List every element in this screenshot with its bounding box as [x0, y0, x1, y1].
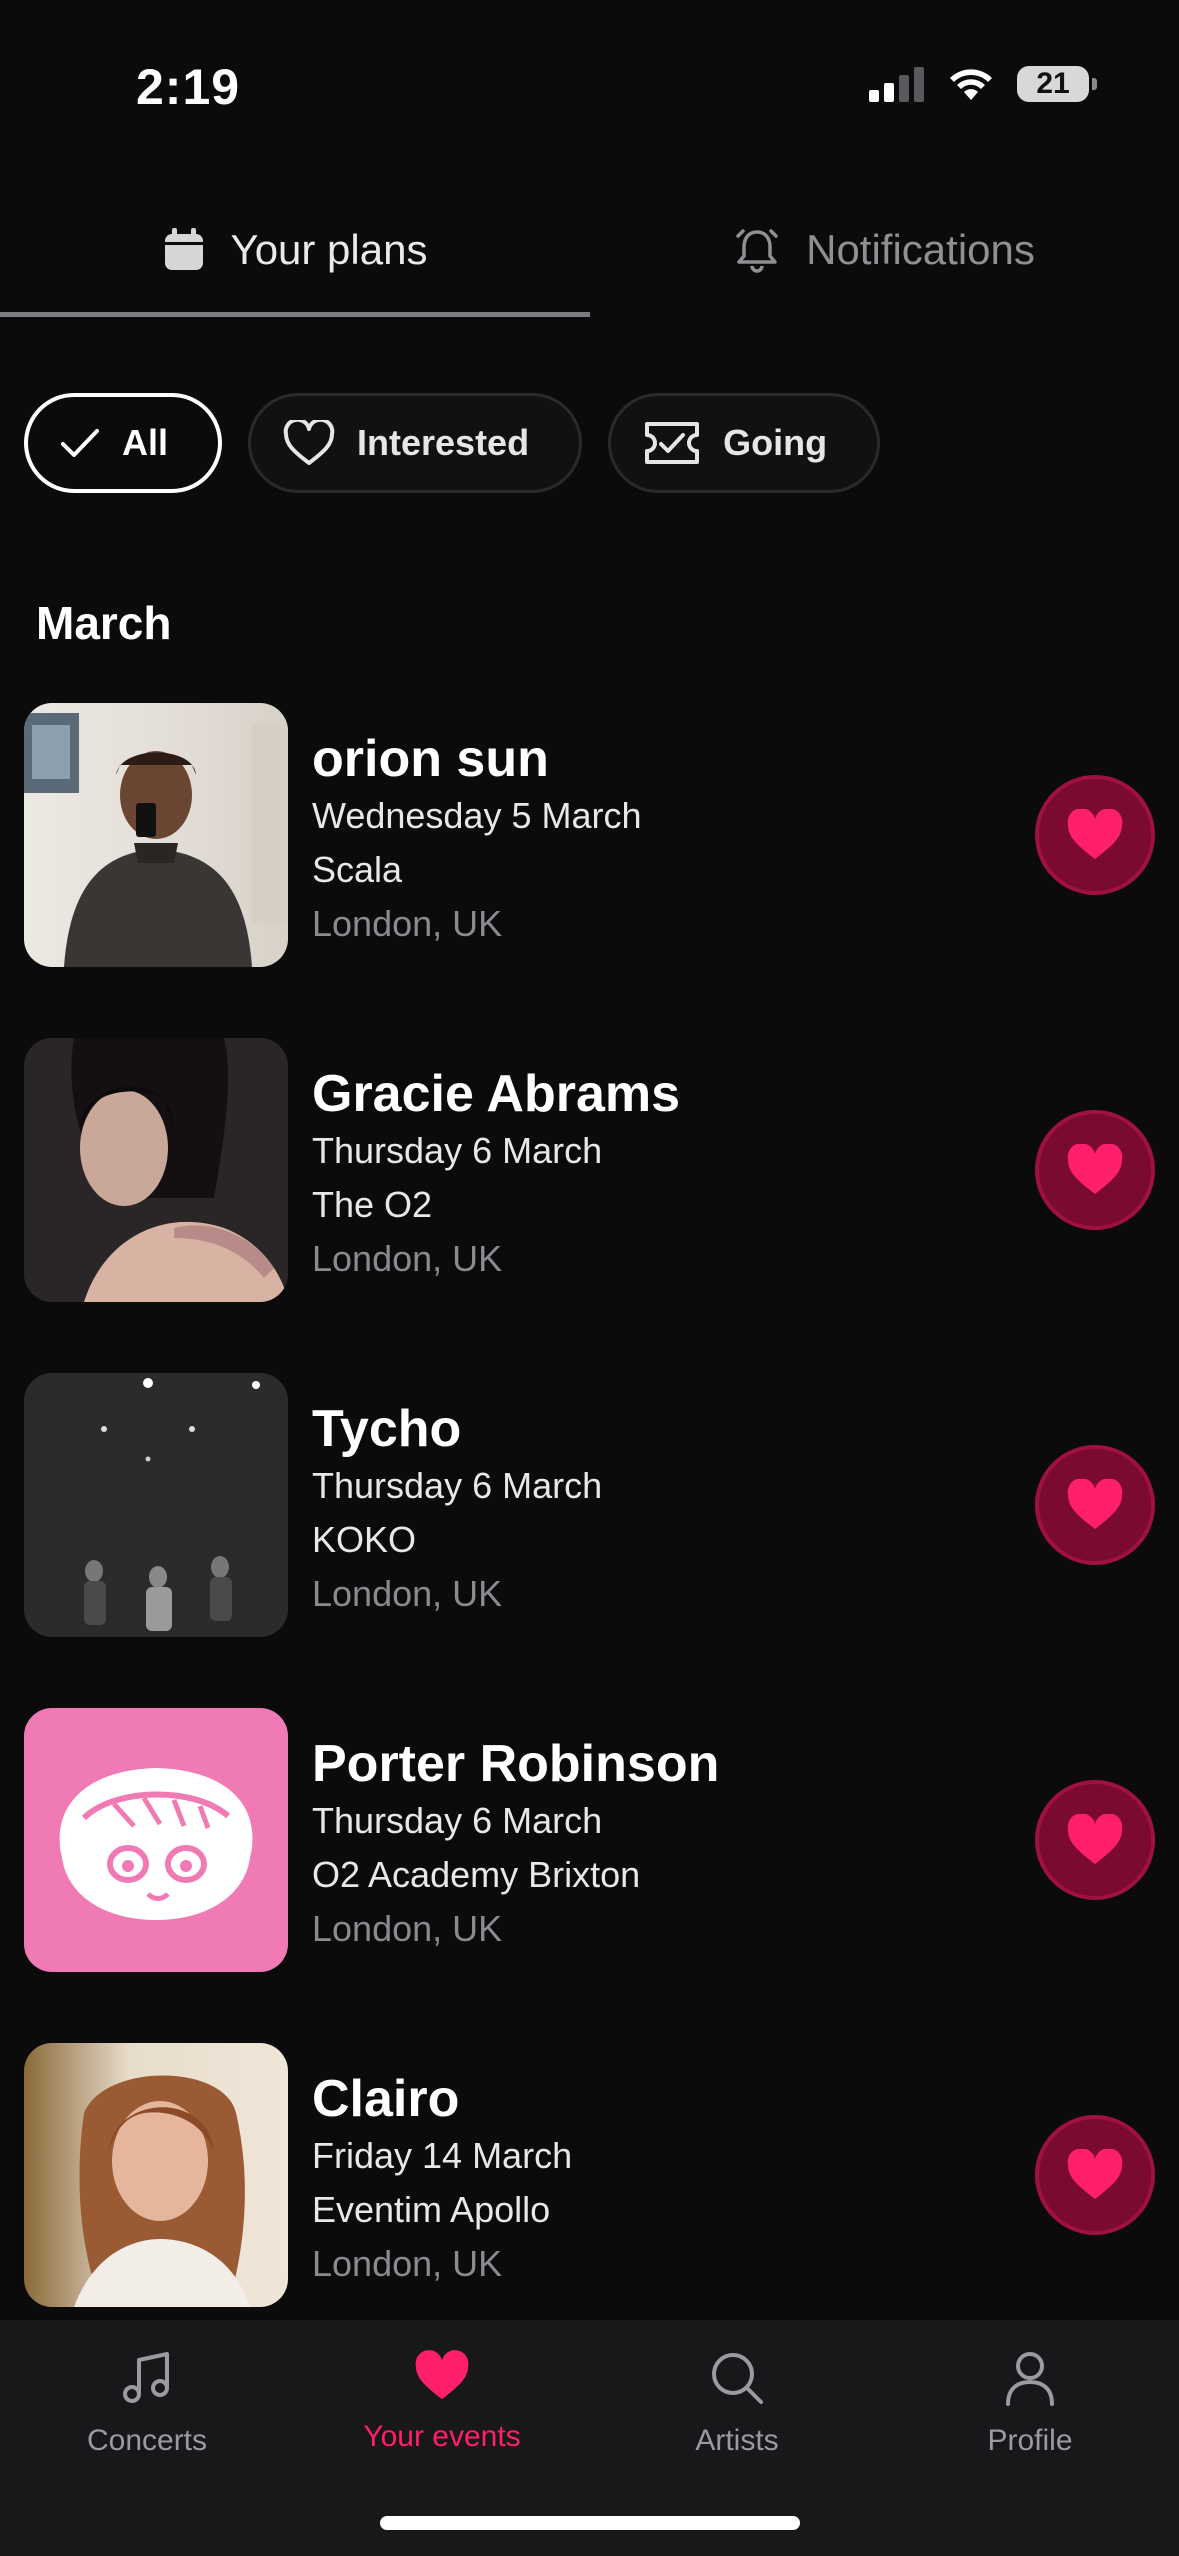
artist-name: Gracie Abrams: [312, 1065, 681, 1123]
nav-label: Concerts: [86, 2424, 208, 2457]
status-time: 2:19: [136, 59, 241, 115]
event-date: Wednesday 5 March: [312, 795, 642, 836]
event-venue: Eventim Apollo: [312, 2189, 551, 2230]
event-city: London, UK: [312, 903, 503, 944]
nav-label: Your events: [363, 2420, 521, 2453]
artist-photo: [24, 2043, 288, 2307]
event-date: Thursday 6 March: [312, 1800, 603, 1841]
event-info: Porter Robinson Thursday 6 March O2 Acad…: [312, 1734, 719, 1956]
active-tab-indicator: [0, 312, 590, 317]
filter-all-chip[interactable]: All: [24, 393, 223, 493]
nav-label: Artists: [695, 2424, 779, 2457]
top-tabs: Your plans Notifications: [0, 190, 1179, 320]
calendar-icon: [164, 228, 203, 270]
event-date: Friday 14 March: [312, 2135, 573, 2176]
search-icon: [712, 2353, 763, 2404]
heart-icon: [1067, 1814, 1123, 1864]
artist-photo: [24, 1708, 288, 1972]
event-city: London, UK: [312, 1238, 503, 1279]
filter-going-chip[interactable]: Going: [608, 393, 881, 493]
event-venue: Scala: [312, 849, 403, 890]
heart-icon: [1067, 1479, 1123, 1529]
heart-icon: [1067, 809, 1123, 859]
tab-label: Your plans: [230, 226, 428, 273]
ticket-icon: [645, 422, 700, 464]
event-row[interactable]: Tycho Thursday 6 March KOKO London, UK: [24, 1373, 1155, 1639]
heart-outline-icon: [283, 420, 335, 465]
event-info: orion sun Wednesday 5 March Scala London…: [312, 729, 642, 951]
artist-name: Clairo: [312, 2070, 460, 2128]
filter-chips: All Interested Going: [24, 393, 881, 493]
event-row[interactable]: Porter Robinson Thursday 6 March O2 Acad…: [24, 1708, 1155, 1974]
artist-photo: [24, 703, 288, 967]
tab-label: Notifications: [806, 226, 1035, 273]
checkmark-icon: [61, 429, 99, 457]
heart-icon: [1067, 2149, 1123, 2199]
battery-indicator: 21: [1017, 66, 1097, 102]
home-indicator: [380, 2516, 800, 2530]
event-date: Thursday 6 March: [312, 1130, 603, 1171]
event-city: London, UK: [312, 1908, 503, 1949]
event-venue: The O2: [312, 1184, 433, 1225]
favorite-button[interactable]: [1035, 1110, 1155, 1230]
event-city: London, UK: [312, 1573, 503, 1614]
event-row[interactable]: orion sun Wednesday 5 March Scala London…: [24, 703, 1155, 969]
nav-profile[interactable]: Profile: [920, 2350, 1140, 2458]
artist-name: Tycho: [312, 1400, 462, 1458]
filter-interested-chip[interactable]: Interested: [248, 393, 583, 493]
person-icon: [1006, 2352, 1054, 2406]
nav-label: Profile: [987, 2424, 1073, 2457]
favorite-button[interactable]: [1035, 1445, 1155, 1565]
wifi-icon: [950, 69, 992, 100]
event-row[interactable]: Clairo Friday 14 March Eventim Apollo Lo…: [24, 2043, 1155, 2309]
nav-artists[interactable]: Artists: [627, 2350, 847, 2458]
signal-icon: [869, 67, 924, 102]
event-venue: O2 Academy Brixton: [312, 1854, 641, 1895]
music-note-icon: [123, 2352, 169, 2403]
event-info: Tycho Thursday 6 March KOKO London, UK: [312, 1399, 602, 1621]
status-icons: 21: [869, 66, 1097, 102]
favorite-button[interactable]: [1035, 775, 1155, 895]
nav-your-events[interactable]: Your events: [332, 2350, 552, 2454]
favorite-button[interactable]: [1035, 2115, 1155, 2235]
artist-name: Porter Robinson: [312, 1735, 720, 1793]
bell-icon: [736, 229, 778, 273]
event-venue: KOKO: [312, 1519, 417, 1560]
chip-label: All: [122, 422, 169, 463]
event-info: Clairo Friday 14 March Eventim Apollo Lo…: [312, 2069, 572, 2291]
chip-label: Interested: [357, 422, 530, 463]
artist-photo: [24, 1373, 288, 1637]
favorite-button[interactable]: [1035, 1780, 1155, 1900]
month-section-title: March: [36, 597, 172, 649]
artist-photo: [24, 1038, 288, 1302]
nav-concerts[interactable]: Concerts: [37, 2350, 257, 2458]
event-city: London, UK: [312, 2243, 503, 2284]
heart-icon: [1067, 1144, 1123, 1194]
heart-icon: [415, 2350, 469, 2400]
event-info: Gracie Abrams Thursday 6 March The O2 Lo…: [312, 1064, 680, 1286]
artist-name: orion sun: [312, 730, 549, 788]
event-row[interactable]: Gracie Abrams Thursday 6 March The O2 Lo…: [24, 1038, 1155, 1304]
chip-label: Going: [723, 422, 828, 463]
tab-your-plans[interactable]: Your plans: [0, 190, 590, 310]
tab-notifications[interactable]: Notifications: [590, 190, 1179, 310]
event-date: Thursday 6 March: [312, 1465, 603, 1506]
